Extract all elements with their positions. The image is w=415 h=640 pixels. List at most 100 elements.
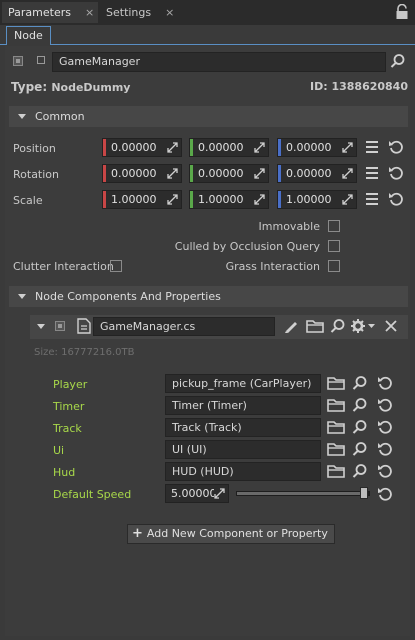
drag-arrows-icon[interactable] — [254, 142, 265, 153]
rotation-z-field[interactable]: 0.00000 — [277, 164, 357, 183]
add-component-button[interactable]: + Add New Component or Property — [127, 524, 335, 544]
scale-x-value: 1.00000 — [111, 193, 157, 206]
menu-icon[interactable] — [364, 165, 380, 181]
drag-arrows-icon[interactable] — [254, 168, 265, 179]
folder-icon[interactable] — [327, 375, 345, 391]
tab-parameters[interactable]: Parameters × — [2, 2, 98, 23]
position-y-field[interactable]: 0.00000 — [189, 138, 269, 157]
z-axis-marker — [278, 165, 281, 182]
default-speed-slider-handle[interactable] — [360, 487, 368, 499]
scale-y-value: 1.00000 — [198, 193, 244, 206]
scale-z-field[interactable]: 1.00000 — [277, 190, 357, 209]
search-icon[interactable] — [352, 397, 368, 413]
tab-settings-close-icon[interactable]: × — [165, 2, 174, 23]
node-parameters-panel — [5, 46, 410, 636]
common-section-header[interactable]: Common — [9, 106, 408, 127]
plus-icon: + — [132, 526, 143, 541]
folder-icon[interactable] — [327, 397, 345, 413]
node-enabled-checkbox[interactable] — [13, 56, 23, 66]
close-icon[interactable] — [383, 318, 399, 334]
drag-arrows-icon[interactable] — [167, 168, 178, 179]
scale-z-value: 1.00000 — [286, 193, 332, 206]
drag-arrows-icon[interactable] — [342, 142, 353, 153]
tab-node[interactable]: Node — [6, 26, 51, 45]
position-y-value: 0.00000 — [198, 141, 244, 154]
components-section-header[interactable]: Node Components And Properties — [9, 286, 408, 307]
node-handled-checkbox[interactable] — [37, 56, 45, 64]
reset-icon[interactable] — [377, 441, 393, 457]
search-icon[interactable] — [352, 441, 368, 457]
y-axis-marker — [190, 139, 193, 156]
components-section-title: Node Components And Properties — [35, 290, 221, 303]
reset-icon[interactable] — [388, 165, 404, 181]
search-icon[interactable] — [352, 419, 368, 435]
property-value-timer[interactable]: Timer (Timer) — [165, 396, 321, 415]
collapse-arrow-icon — [18, 114, 26, 119]
position-z-field[interactable]: 0.00000 — [277, 138, 357, 157]
property-value-ui[interactable]: UI (UI) — [165, 440, 321, 459]
x-axis-marker — [103, 165, 106, 182]
grass-interaction-checkbox[interactable] — [328, 260, 340, 272]
property-value-track[interactable]: Track (Track) — [165, 418, 321, 437]
rotation-x-field[interactable]: 0.00000 — [102, 164, 182, 183]
z-axis-marker — [278, 191, 281, 208]
x-axis-marker — [103, 139, 106, 156]
drag-arrows-icon[interactable] — [214, 488, 225, 499]
menu-icon[interactable] — [364, 191, 380, 207]
rotation-y-field[interactable]: 0.00000 — [189, 164, 269, 183]
scale-x-field[interactable]: 1.00000 — [102, 190, 182, 209]
reset-icon[interactable] — [377, 463, 393, 479]
property-value-player[interactable]: pickup_frame (CarPlayer) — [165, 374, 321, 393]
folder-icon[interactable] — [306, 318, 324, 334]
node-type-value: NodeDummy — [51, 81, 131, 94]
scale-label: Scale — [13, 194, 43, 207]
component-file-field[interactable]: GameManager.cs — [93, 317, 275, 336]
reset-icon[interactable] — [377, 397, 393, 413]
reset-icon[interactable] — [377, 486, 393, 502]
grass-interaction-label: Grass Interaction — [225, 260, 320, 273]
search-icon[interactable] — [330, 318, 346, 334]
menu-icon[interactable] — [364, 139, 380, 155]
reset-icon[interactable] — [377, 419, 393, 435]
position-x-field[interactable]: 0.00000 — [102, 138, 182, 157]
tab-settings-label: Settings — [106, 6, 152, 19]
immovable-checkbox[interactable] — [328, 220, 340, 232]
folder-icon[interactable] — [327, 463, 345, 479]
position-x-value: 0.00000 — [111, 141, 157, 154]
node-name-input[interactable]: GameManager — [52, 52, 386, 72]
culled-by-occlusion-checkbox[interactable] — [328, 240, 340, 252]
search-icon[interactable] — [390, 53, 406, 69]
drag-arrows-icon[interactable] — [342, 194, 353, 205]
y-axis-marker — [190, 165, 193, 182]
folder-icon[interactable] — [327, 441, 345, 457]
reset-icon[interactable] — [377, 375, 393, 391]
immovable-label: Immovable — [258, 220, 320, 233]
position-z-value: 0.00000 — [286, 141, 332, 154]
culled-by-occlusion-label: Culled by Occlusion Query — [174, 240, 320, 253]
reset-icon[interactable] — [388, 139, 404, 155]
tab-parameters-close-icon[interactable]: × — [85, 2, 94, 23]
search-icon[interactable] — [352, 375, 368, 391]
component-collapse-arrow-icon[interactable] — [37, 324, 45, 329]
scale-y-field[interactable]: 1.00000 — [189, 190, 269, 209]
common-section-title: Common — [35, 110, 85, 123]
node-type-label: Type: — [11, 80, 48, 94]
reset-icon[interactable] — [388, 191, 404, 207]
search-icon[interactable] — [352, 463, 368, 479]
lock-icon[interactable] — [395, 4, 409, 20]
drag-arrows-icon[interactable] — [254, 194, 265, 205]
default-speed-slider-fill — [237, 492, 366, 495]
node-id-label: ID: — [309, 80, 328, 93]
settings-dropdown-icon[interactable] — [350, 318, 376, 334]
rotation-x-value: 0.00000 — [111, 167, 157, 180]
drag-arrows-icon[interactable] — [342, 168, 353, 179]
drag-arrows-icon[interactable] — [167, 194, 178, 205]
default-speed-field[interactable]: 5.00000 — [165, 484, 229, 503]
clutter-interaction-checkbox[interactable] — [110, 260, 122, 272]
tab-settings[interactable]: Settings × — [100, 2, 176, 23]
component-enabled-checkbox[interactable] — [55, 321, 65, 331]
folder-icon[interactable] — [327, 419, 345, 435]
edit-icon[interactable] — [283, 318, 299, 334]
drag-arrows-icon[interactable] — [167, 142, 178, 153]
property-value-hud[interactable]: HUD (HUD) — [165, 462, 321, 481]
